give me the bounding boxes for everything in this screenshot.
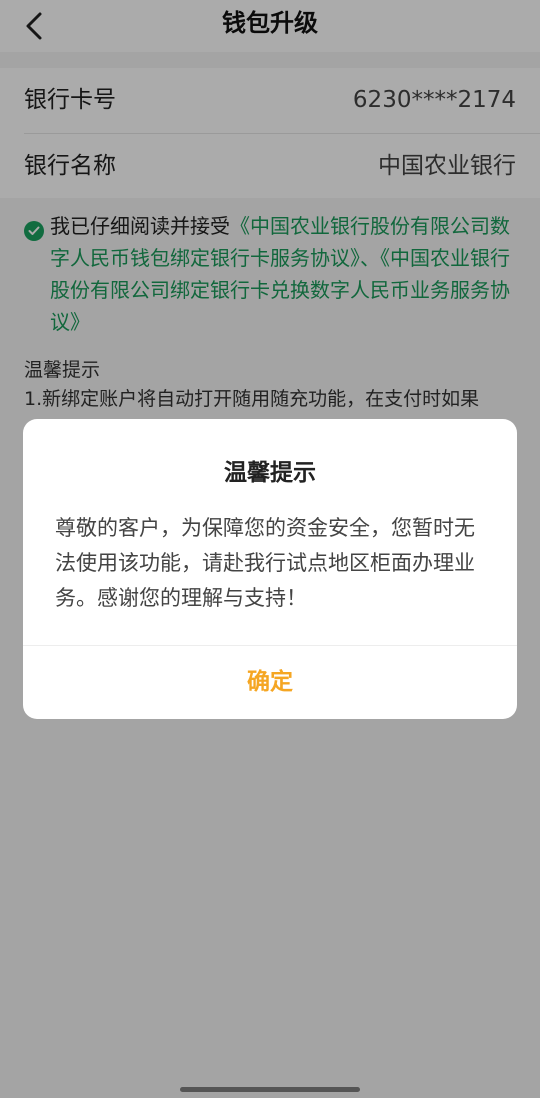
dialog-message: 尊敬的客户，为保障您的资金安全，您暂时无法使用该功能，请赴我行试点地区柜面办理业… [55, 516, 475, 610]
alert-dialog: 温馨提示 尊敬的客户，为保障您的资金安全，您暂时无法使用该功能，请赴我行试点地区… [23, 419, 517, 719]
confirm-button[interactable]: 确定 [23, 646, 517, 719]
home-indicator[interactable] [180, 1087, 360, 1092]
dialog-title: 温馨提示 [224, 460, 316, 486]
wallet-upgrade-screen: 钱包升级 银行卡号 6230****2174 银行名称 中国农业银行 我已仔细阅… [0, 0, 540, 1098]
